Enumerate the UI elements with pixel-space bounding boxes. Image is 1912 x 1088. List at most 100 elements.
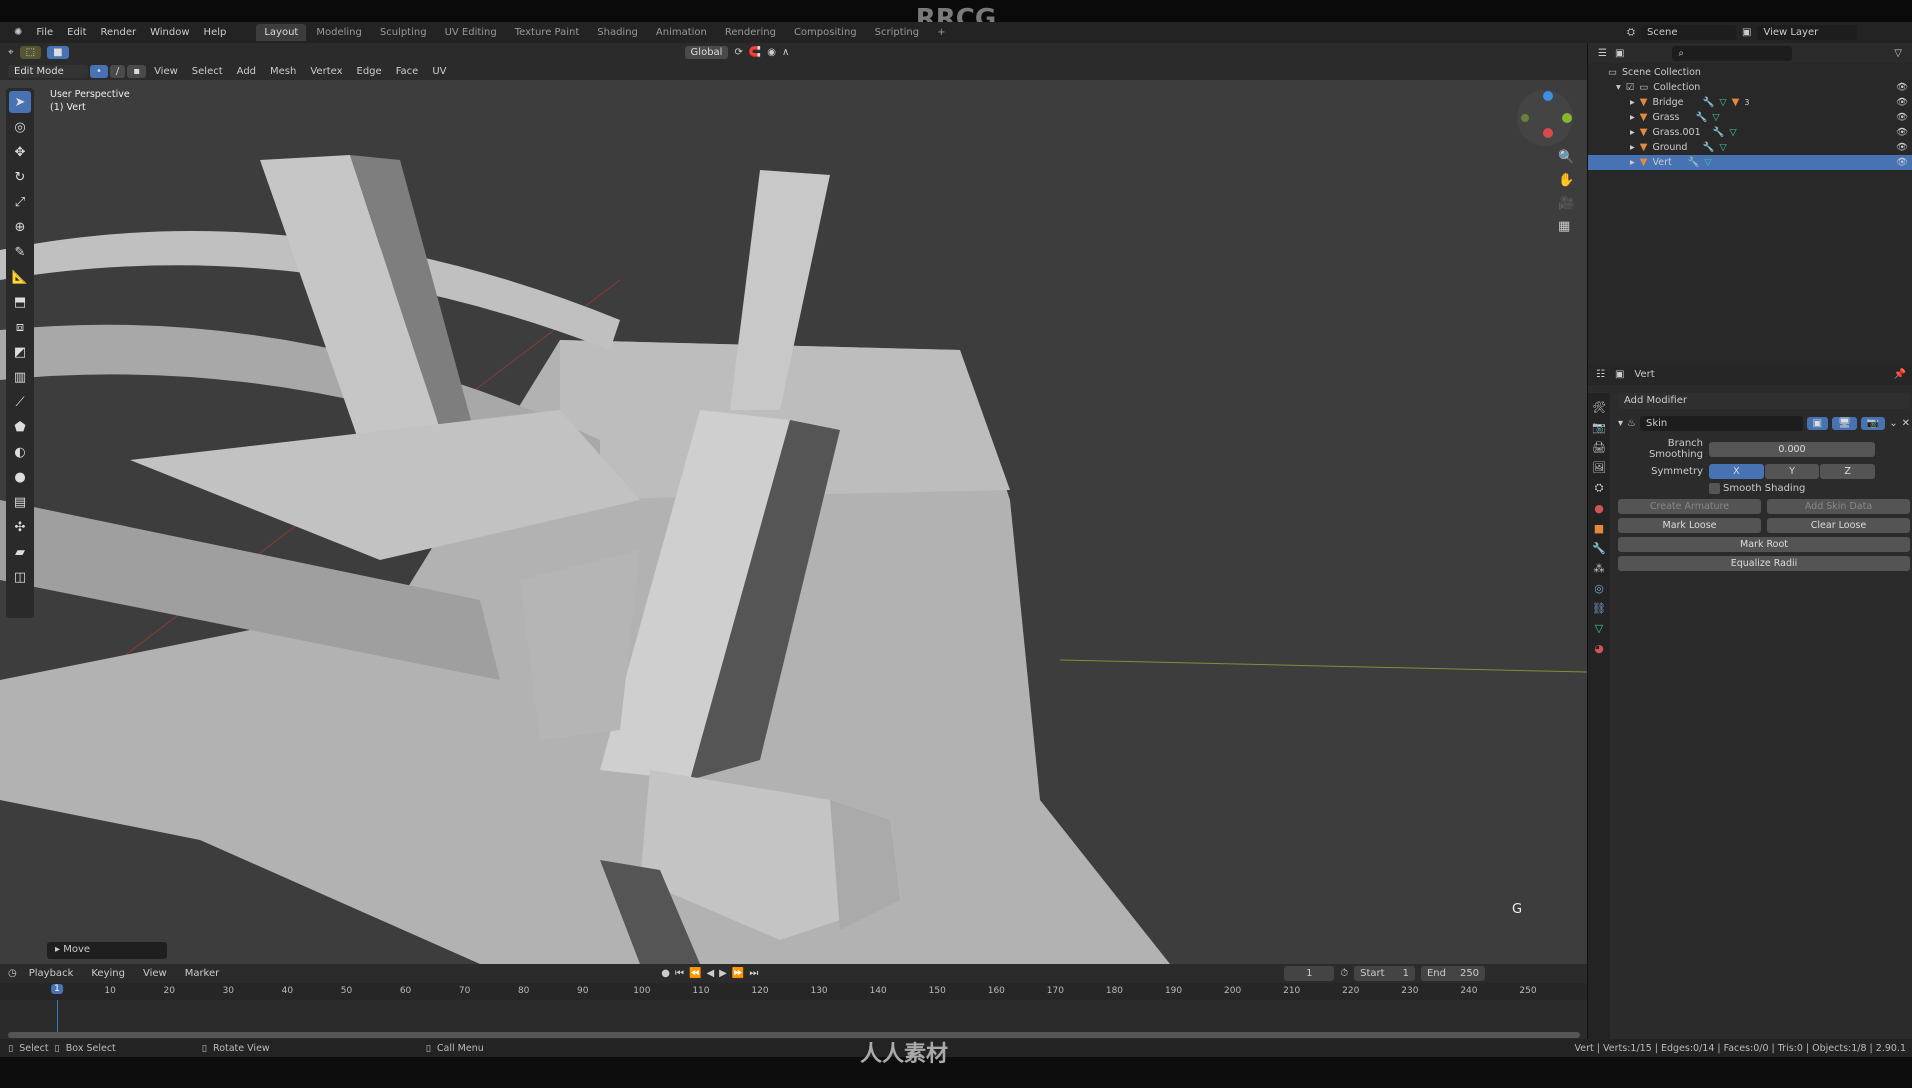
proportional-edit-icon[interactable]: ◉: [767, 47, 776, 58]
camera-icon[interactable]: 🎥: [1558, 196, 1574, 211]
tab-layout[interactable]: Layout: [256, 24, 307, 41]
pan-hand-icon[interactable]: ✋: [1558, 173, 1574, 188]
menu-edit[interactable]: Edit: [61, 25, 92, 40]
tab-rendering[interactable]: Rendering: [717, 24, 784, 41]
tab-compositing[interactable]: Compositing: [786, 24, 865, 41]
scene-field[interactable]: Scene: [1641, 25, 1736, 40]
pin-icon[interactable]: 📌: [1894, 369, 1912, 380]
face-select-icon[interactable]: ▪: [127, 64, 147, 78]
record-icon[interactable]: ●: [661, 968, 670, 979]
transform-tool-icon[interactable]: ⊕: [9, 216, 31, 238]
menu-marker[interactable]: Marker: [179, 966, 226, 981]
menu-keying[interactable]: Keying: [85, 966, 131, 981]
remove-modifier-icon[interactable]: ✕: [1902, 418, 1910, 429]
orientation-dropdown[interactable]: Global: [684, 46, 729, 59]
outliner-item-bridge[interactable]: ▸ ▼ Bridge 🔧 ▽ ▼ 3 👁: [1588, 95, 1912, 110]
outliner-search-input[interactable]: ⌕: [1672, 45, 1793, 61]
tab-shading[interactable]: Shading: [589, 24, 646, 41]
poly-build-tool-icon[interactable]: ⬟: [9, 416, 31, 438]
dropdown-icon[interactable]: ⌄: [1889, 418, 1897, 429]
transform-pivot-icon[interactable]: ⌖: [8, 47, 14, 58]
tool-tab-icon[interactable]: 🛠: [1592, 401, 1606, 414]
zoom-icon[interactable]: 🔍: [1558, 150, 1574, 165]
last-operator-panel[interactable]: ▸ Move: [47, 942, 167, 959]
play-reverse-icon[interactable]: ◀: [706, 968, 714, 979]
edge-slide-tool-icon[interactable]: ▤: [9, 491, 31, 513]
expand-icon[interactable]: ▸: [1630, 97, 1635, 108]
eye-icon[interactable]: 👁: [1896, 157, 1908, 168]
menu-uv[interactable]: UV: [426, 64, 452, 79]
symmetry-y-toggle[interactable]: Y: [1764, 464, 1820, 479]
menu-file[interactable]: File: [30, 25, 59, 40]
world-tab-icon[interactable]: ●: [1594, 502, 1604, 515]
menu-view[interactable]: View: [137, 966, 173, 981]
expand-icon[interactable]: ▾: [1616, 82, 1621, 93]
expand-icon[interactable]: ▸: [1630, 157, 1635, 168]
pivot-icon[interactable]: ⟳: [734, 47, 742, 58]
frame-ruler[interactable]: 1 10 20 30 40 50 60 70 80 90 100 110 120 130 140 150 160…: [0, 983, 1587, 1032]
timeline-scrollbar[interactable]: [8, 1032, 1580, 1038]
select-mode-new-icon[interactable]: ■: [47, 46, 69, 59]
select-tool-icon[interactable]: ➤: [9, 91, 31, 113]
menu-vertex[interactable]: Vertex: [304, 64, 348, 79]
smooth-shading-checkbox[interactable]: Smooth Shading: [1618, 483, 1910, 494]
navigation-gizmo[interactable]: [1515, 88, 1575, 148]
menu-face[interactable]: Face: [390, 64, 425, 79]
move-tool-icon[interactable]: ✥: [9, 141, 31, 163]
equalize-radii-button[interactable]: Equalize Radii: [1618, 556, 1910, 571]
outliner-item-vert[interactable]: ▸ ▼ Vert 🔧 ▽ 👁: [1588, 155, 1912, 170]
scene-tab-icon[interactable]: ⛭: [1595, 481, 1604, 495]
menu-window[interactable]: Window: [144, 25, 195, 40]
mark-root-button[interactable]: Mark Root: [1618, 537, 1910, 552]
particles-tab-icon[interactable]: ⁂: [1594, 562, 1605, 575]
clear-loose-button[interactable]: Clear Loose: [1767, 518, 1910, 533]
tab-uv-editing[interactable]: UV Editing: [437, 24, 505, 41]
menu-view[interactable]: View: [148, 64, 184, 79]
editor-type-icon[interactable]: ◷: [8, 968, 17, 979]
checkbox-icon[interactable]: ☑: [1626, 82, 1635, 93]
eye-icon[interactable]: 👁: [1896, 127, 1908, 138]
render-tab-icon[interactable]: 📷: [1592, 421, 1606, 434]
spin-tool-icon[interactable]: ◐: [9, 441, 31, 463]
symmetry-x-toggle[interactable]: X: [1709, 464, 1764, 479]
expand-icon[interactable]: ▸: [1630, 127, 1635, 138]
editor-type-icon[interactable]: ☷: [1596, 369, 1605, 380]
output-tab-icon[interactable]: 🖨: [1592, 441, 1606, 454]
create-armature-button[interactable]: Create Armature: [1618, 499, 1761, 514]
render-toggle-icon[interactable]: 📷: [1860, 417, 1886, 430]
mode-dropdown[interactable]: Edit Mode: [8, 64, 88, 78]
eye-icon[interactable]: 👁: [1896, 142, 1908, 153]
filter-icon[interactable]: ▽: [1894, 48, 1912, 59]
view-layer-tab-icon[interactable]: 🖼: [1592, 461, 1606, 474]
menu-edge[interactable]: Edge: [351, 64, 388, 79]
scale-tool-icon[interactable]: ⤢: [9, 191, 31, 213]
blender-logo-icon[interactable]: ✺: [8, 25, 28, 40]
annotate-tool-icon[interactable]: ✎: [9, 241, 31, 263]
menu-select[interactable]: Select: [186, 64, 229, 79]
view-layer-field[interactable]: View Layer: [1757, 25, 1858, 40]
display-mode-icon[interactable]: ☰: [1598, 48, 1607, 59]
checkbox-icon[interactable]: [1709, 483, 1720, 494]
rip-tool-icon[interactable]: ◫: [9, 566, 31, 588]
ortho-grid-icon[interactable]: ▦: [1558, 219, 1574, 234]
modifier-tab-icon[interactable]: 🔧: [1592, 542, 1606, 555]
jump-start-icon[interactable]: ⏮: [675, 968, 684, 979]
menu-help[interactable]: Help: [198, 25, 233, 40]
expand-icon[interactable]: ▸: [1630, 142, 1635, 153]
eye-icon[interactable]: 👁: [1896, 82, 1908, 93]
cursor-tool-icon[interactable]: ◎: [9, 116, 31, 138]
knife-tool-icon[interactable]: ⟋: [9, 391, 31, 413]
menu-add[interactable]: Add: [231, 64, 262, 79]
rotate-tool-icon[interactable]: ↻: [9, 166, 31, 188]
smooth-tool-icon[interactable]: ●: [9, 466, 31, 488]
collapse-icon[interactable]: ▾: [1618, 418, 1623, 429]
outliner-item-grass[interactable]: ▸ ▼ Grass 🔧 ▽ 👁: [1588, 110, 1912, 125]
tab-modeling[interactable]: Modeling: [308, 24, 370, 41]
material-tab-icon[interactable]: ◕: [1594, 642, 1604, 655]
loop-cut-tool-icon[interactable]: ▥: [9, 366, 31, 388]
prev-key-icon[interactable]: ⏪: [689, 968, 701, 979]
bevel-tool-icon[interactable]: ◩: [9, 341, 31, 363]
modifier-name-field[interactable]: Skin: [1640, 416, 1803, 431]
symmetry-z-toggle[interactable]: Z: [1820, 464, 1876, 479]
measure-tool-icon[interactable]: 📐: [9, 266, 31, 288]
